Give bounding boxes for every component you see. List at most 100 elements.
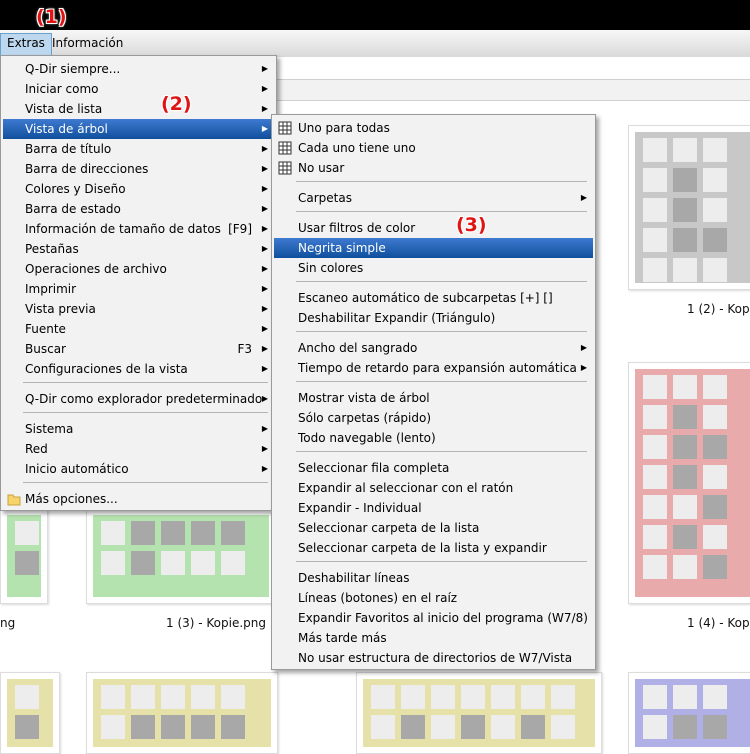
extras-item-vista-de-arbol[interactable]: Vista de árbol ▶ [3, 119, 274, 139]
extras-item-inicio-automatico[interactable]: Inicio automático ▶ [3, 459, 274, 479]
grid-cell [643, 525, 667, 549]
tree-item-label: Negrita simple [298, 241, 386, 255]
tree-item-ancho-del-sangrado[interactable]: Ancho del sangrado ▶ [274, 338, 593, 358]
grid-cell [703, 495, 727, 519]
tree-item-seleccionar-fila-completa[interactable]: Seleccionar fila completa [274, 458, 593, 478]
grid-cell [401, 715, 425, 739]
submenu-arrow-icon: ▶ [261, 324, 268, 333]
submenu-arrow-icon: ▶ [261, 304, 268, 313]
grid-cell [551, 685, 575, 709]
extras-item-label: Colores y Diseño [25, 182, 126, 196]
extras-item-barra-de-estado[interactable]: Barra de estado ▶ [3, 199, 274, 219]
thumbnail-green[interactable] [86, 508, 276, 604]
callout-1: (1) [36, 6, 67, 28]
menu-extras[interactable]: Extras [0, 33, 52, 56]
grid-cell [191, 521, 215, 545]
extras-item-q-dir-como-explorador-predeterminado[interactable]: Q-Dir como explorador predeterminado ▶ [3, 389, 274, 409]
extras-item-label: Q-Dir como explorador predeterminado [25, 392, 263, 406]
grid-cell [703, 685, 727, 709]
thumbnail-yellow-3[interactable] [356, 672, 602, 754]
extras-item-imprimir[interactable]: Imprimir ▶ [3, 279, 274, 299]
extras-item-pestanas[interactable]: Pestañas ▶ [3, 239, 274, 259]
extras-item-buscar[interactable]: Buscar F3 ▶ [3, 339, 274, 359]
thumbnail-blue[interactable] [628, 672, 750, 754]
tree-item-deshabilitar-lineas[interactable]: Deshabilitar líneas [274, 568, 593, 588]
grid-cell [703, 228, 727, 252]
thumbnail-green-left[interactable] [0, 508, 48, 604]
grid-cell [131, 685, 155, 709]
extras-item-iniciar-como[interactable]: Iniciar como ▶ [3, 79, 274, 99]
extras-item-q-dir-siempre[interactable]: Q-Dir siempre... ▶ [3, 59, 274, 79]
tree-item-tiempo-de-retardo-para-expansion-automatica[interactable]: Tiempo de retardo para expansión automát… [274, 358, 593, 378]
grid-cell [161, 685, 185, 709]
grid-cell [673, 198, 697, 222]
tree-item-seleccionar-carpeta-de-la-lista[interactable]: Seleccionar carpeta de la lista [274, 518, 593, 538]
tree-item-cada-uno-tiene-uno[interactable]: Cada uno tiene uno [274, 138, 593, 158]
column-header-bar [276, 80, 750, 101]
extras-item-barra-de-titulo[interactable]: Barra de título ▶ [3, 139, 274, 159]
extras-item-vista-de-lista[interactable]: Vista de lista ▶ [3, 99, 274, 119]
grid-cell [643, 465, 667, 489]
tree-item-mostrar-vista-de-arbol[interactable]: Mostrar vista de árbol [274, 388, 593, 408]
thumbnail-label[interactable]: 1 (4) - Kopie [687, 616, 750, 630]
submenu-arrow-icon: ▶ [261, 124, 268, 133]
tree-item-no-usar-estructura-de-directorios-de-w7-vista[interactable]: No usar estructura de directorios de W7/… [274, 648, 593, 668]
tree-item-uno-para-todas[interactable]: Uno para todas [274, 118, 593, 138]
extras-item-label: Q-Dir siempre... [25, 62, 121, 76]
tree-item-no-usar[interactable]: No usar [274, 158, 593, 178]
extras-item-operaciones-de-archivo[interactable]: Operaciones de archivo ▶ [3, 259, 274, 279]
extras-item-label: Inicio automático [25, 462, 129, 476]
grid-cell [101, 715, 125, 739]
thumbnail-yellow-1[interactable] [0, 672, 60, 754]
tree-item-expandir-favoritos-al-inicio-del-programa-w7-8[interactable]: Expandir Favoritos al inicio del program… [274, 608, 593, 628]
tree-item-lineas-botones-en-el-raiz[interactable]: Líneas (botones) en el raíz [274, 588, 593, 608]
grid-cell [461, 685, 485, 709]
tree-item-label: Tiempo de retardo para expansión automát… [298, 361, 577, 375]
tree-item-mas-tarde-mas[interactable]: Más tarde más [274, 628, 593, 648]
extras-item-informacion-de-tamano-de-datos[interactable]: Información de tamaño de datos [F9] ▶ [3, 219, 274, 239]
thumbnail-gray[interactable] [628, 125, 750, 290]
grid-cell [673, 715, 697, 739]
submenu-arrow-icon: ▶ [261, 104, 268, 113]
tree-item-carpetas[interactable]: Carpetas ▶ [274, 188, 593, 208]
thumbnail-label[interactable]: 1 (2) - Kopie [687, 302, 750, 316]
tree-item-expandir-al-seleccionar-con-el-raton[interactable]: Expandir al seleccionar con el ratón [274, 478, 593, 498]
extras-item-vista-previa[interactable]: Vista previa ▶ [3, 299, 274, 319]
extras-item-barra-de-direcciones[interactable]: Barra de direcciones ▶ [3, 159, 274, 179]
tree-item-escaneo-automatico-de-subcarpetas[interactable]: Escaneo automático de subcarpetas [+] [] [274, 288, 593, 308]
submenu-arrow-icon: ▶ [261, 264, 268, 273]
tree-item-todo-navegable-lento[interactable]: Todo navegable (lento) [274, 428, 593, 448]
extras-item-sistema[interactable]: Sistema ▶ [3, 419, 274, 439]
address-bar[interactable] [276, 57, 750, 80]
grid-cell [673, 228, 697, 252]
grid-cell [643, 258, 667, 282]
tree-item-label: Expandir - Individual [298, 501, 422, 515]
grid-cell [703, 138, 727, 162]
tree-item-solo-carpetas-rapido[interactable]: Sólo carpetas (rápido) [274, 408, 593, 428]
tree-item-usar-filtros-de-color[interactable]: Usar filtros de color [274, 218, 593, 238]
grid-cell [431, 685, 455, 709]
thumbnail-label[interactable]: 1 (3) - Kopie.png [166, 616, 266, 630]
extras-item-colores-y-diseno[interactable]: Colores y Diseño ▶ [3, 179, 274, 199]
tree-item-deshabilitar-expandir-triangulo[interactable]: Deshabilitar Expandir (Triángulo) [274, 308, 593, 328]
submenu-arrow-icon: ▶ [580, 193, 587, 202]
thumbnail-yellow-2[interactable] [86, 672, 278, 754]
shortcut-label: [F9] [228, 222, 252, 236]
tree-item-expandir-individual[interactable]: Expandir - Individual [274, 498, 593, 518]
thumbnail-red[interactable] [628, 362, 750, 604]
tree-item-label: Sin colores [298, 261, 364, 275]
extras-item-configuraciones-de-la-vista[interactable]: Configuraciones de la vista ▶ [3, 359, 274, 379]
tree-item-negrita-simple[interactable]: Negrita simple [274, 238, 593, 258]
grid-cell [101, 685, 125, 709]
thumbnail-label[interactable]: ng [0, 616, 15, 630]
submenu-arrow-icon: ▶ [261, 284, 268, 293]
extras-item-red[interactable]: Red ▶ [3, 439, 274, 459]
submenu-arrow-icon: ▶ [261, 394, 268, 403]
extras-item-fuente[interactable]: Fuente ▶ [3, 319, 274, 339]
menu-informacion[interactable]: Información [46, 33, 129, 54]
extras-item-mas-opciones[interactable]: Más opciones... [3, 489, 274, 509]
grid-cell [643, 168, 667, 192]
tree-item-sin-colores[interactable]: Sin colores [274, 258, 593, 278]
tree-item-seleccionar-carpeta-de-la-lista-y-expandir[interactable]: Seleccionar carpeta de la lista y expand… [274, 538, 593, 558]
grid-cell [673, 405, 697, 429]
